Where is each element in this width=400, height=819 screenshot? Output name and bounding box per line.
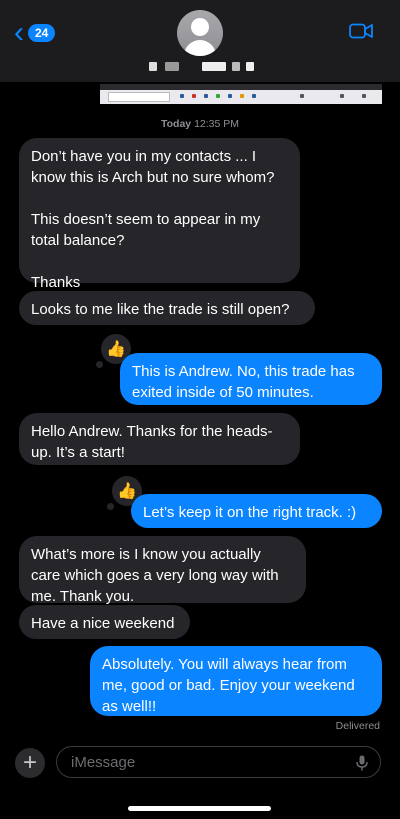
back-button[interactable]: ‹ 24 xyxy=(14,16,56,49)
timestamp-day: Today xyxy=(160,118,192,130)
chevron-left-icon: ‹ xyxy=(14,16,24,49)
delivery-status: Delivered xyxy=(335,720,380,732)
timestamp-time: 12:35 PM xyxy=(194,118,240,130)
conversation-header: ‹ 24 xyxy=(0,0,400,82)
plus-icon[interactable]: + xyxy=(15,748,45,778)
message-bubble-incoming[interactable]: Have a nice weekend xyxy=(19,605,190,639)
thread-timestamp: Today 12:35 PM xyxy=(0,118,400,130)
unread-count-badge: 24 xyxy=(28,24,56,42)
home-indicator xyxy=(128,806,271,811)
message-input[interactable] xyxy=(69,752,333,772)
message-bubble-incoming[interactable]: Looks to me like the trade is still open… xyxy=(19,291,315,325)
person-icon xyxy=(191,18,209,36)
contact-avatar[interactable] xyxy=(177,10,223,56)
message-bubble-outgoing[interactable]: This is Andrew. No, this trade has exite… xyxy=(120,353,382,405)
message-bubble-incoming[interactable]: Hello Andrew. Thanks for the heads-up. I… xyxy=(19,413,300,465)
message-bubble-incoming[interactable]: What’s more is I know you actually care … xyxy=(19,536,306,605)
microphone-icon[interactable] xyxy=(356,755,368,771)
message-bubble-outgoing[interactable]: Absolutely. You will always hear from me… xyxy=(90,646,382,716)
message-bubble-incoming[interactable]: Don’t have you in my contacts ... I know… xyxy=(19,138,300,291)
shared-screenshot-thumbnail[interactable] xyxy=(100,84,382,104)
message-bubble-outgoing[interactable]: Let’s keep it on the right track. :) xyxy=(131,494,382,528)
video-camera-icon[interactable] xyxy=(349,23,373,39)
imessage-compose-field[interactable] xyxy=(56,746,381,778)
